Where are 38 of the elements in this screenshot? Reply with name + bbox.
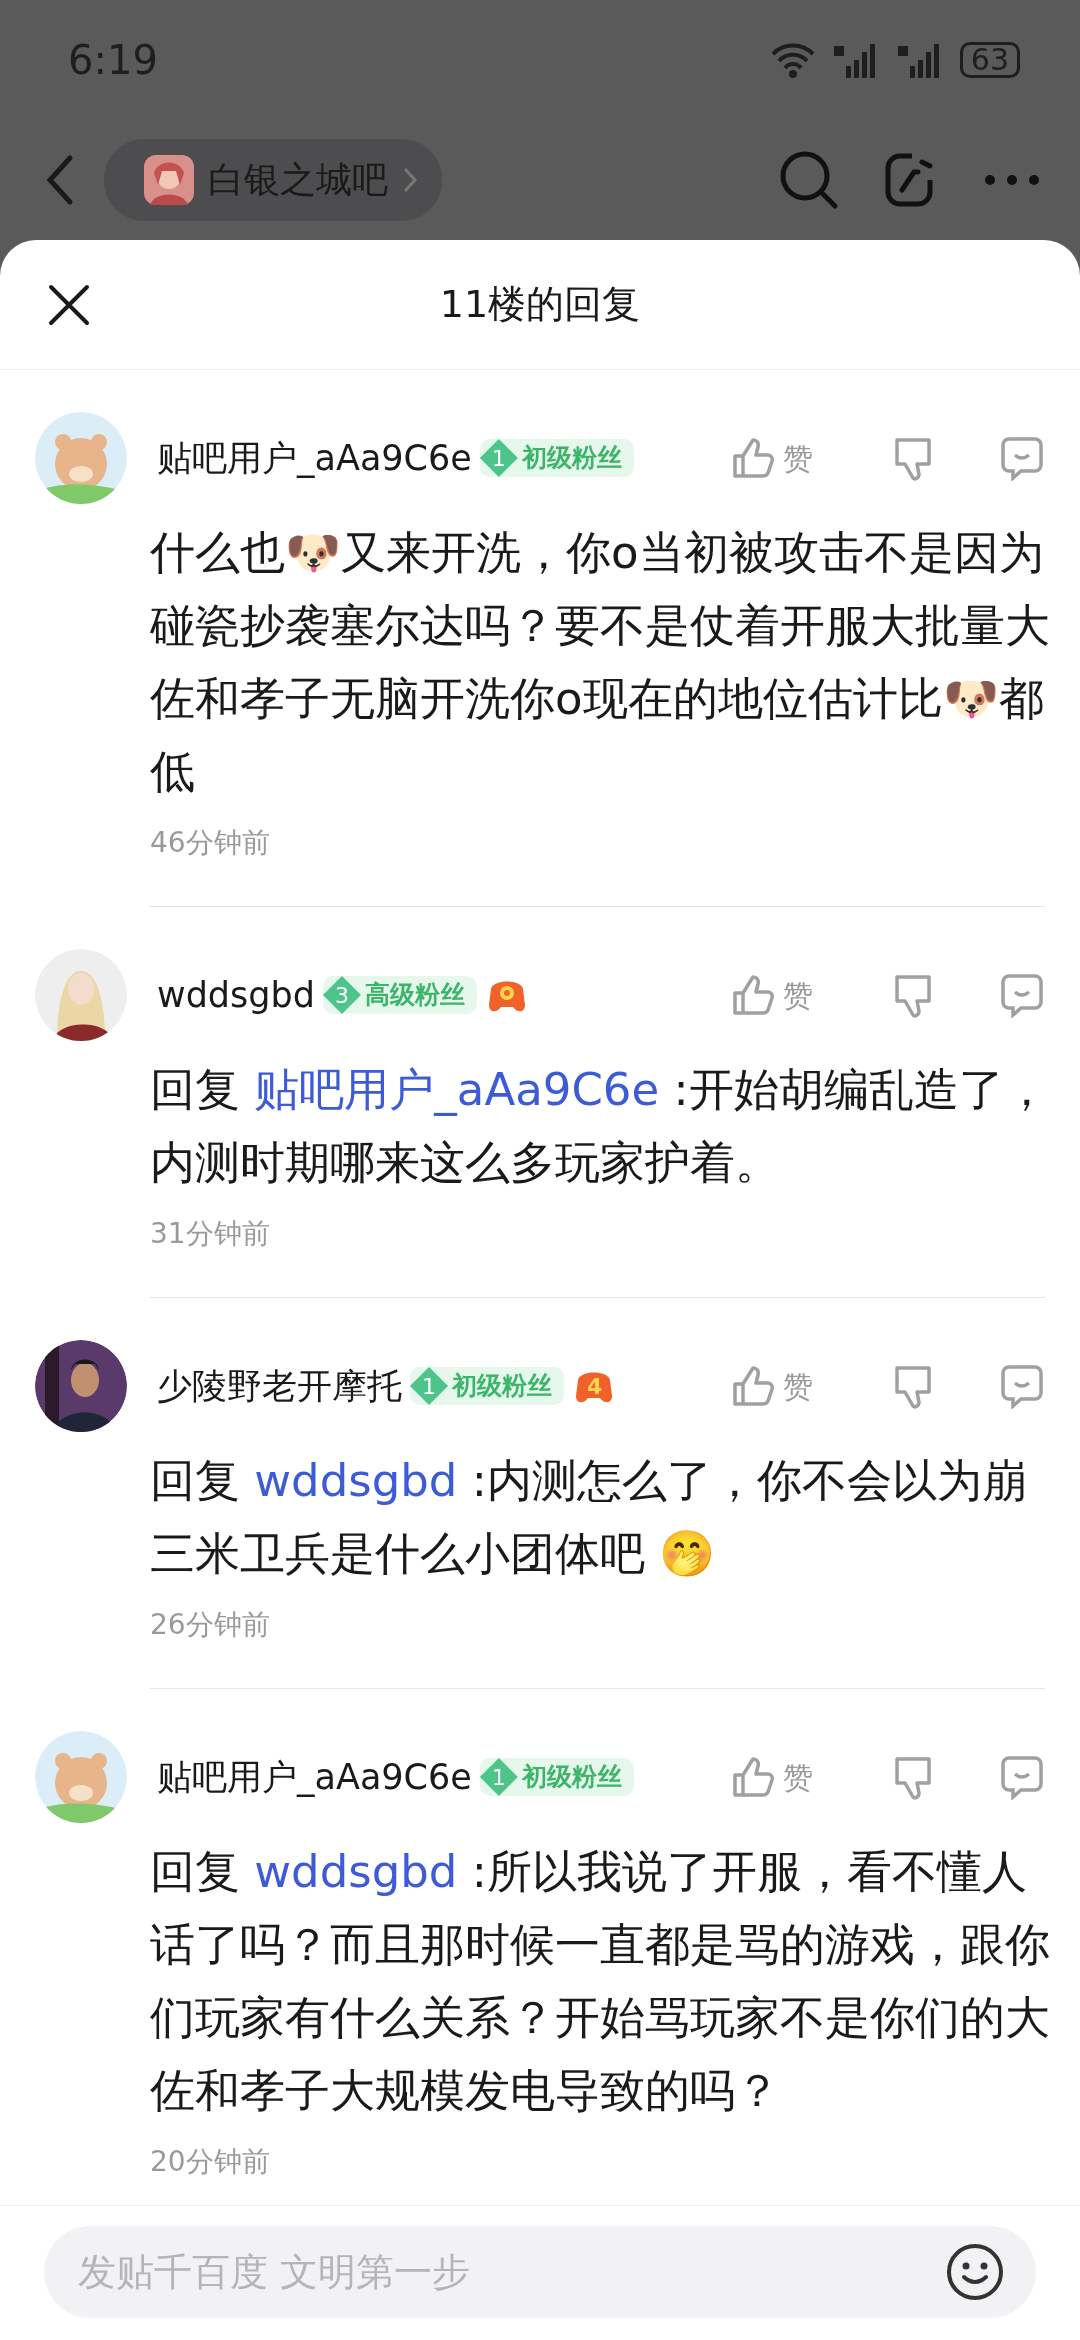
thumbs-up-icon: [731, 973, 775, 1017]
comment-text: 回复 wddsgbd :内测怎么了，你不会以为崩三米卫兵是什么小团体吧 🤭: [150, 1453, 1028, 1582]
comment-icon[interactable]: [999, 1363, 1045, 1409]
fan-level-badge: 3 高级粉丝: [322, 976, 477, 1014]
comment-text: 回复 贴吧用户_aAa9C6e :开始胡编乱造了，内测时期哪来这么多玩家护着。: [150, 1062, 1050, 1191]
reply-mention[interactable]: wddsgbd: [254, 1845, 458, 1898]
wifi-icon: [769, 42, 816, 78]
fan-level-badge: 1 初级粉丝: [479, 1758, 634, 1796]
comment-text: 什么也🐶又来开洗，你o当初被攻击不是因为碰瓷抄袭塞尔达吗？要不是仗着开服大批量大佐和孝子无脑开洗你o现在的地位估计比🐶都低: [150, 525, 1050, 800]
username[interactable]: 贴吧用户_aAa9C6e: [157, 1750, 472, 1804]
battery-level: 63: [959, 42, 1020, 78]
comment-text: 回复 wddsgbd :所以我说了开服，看不懂人话了吗？而且那时候一直都是骂的游戏，跟你们玩家有什么关系？开始骂玩家不是你们的大佐和孝子大规模发电导致的吗？: [150, 1844, 1050, 2119]
comment-time: 20分钟前: [150, 2144, 271, 2180]
more-icon[interactable]: [984, 174, 1040, 186]
close-icon[interactable]: [48, 284, 90, 326]
fan-level-badge: 1 初级粉丝: [479, 439, 634, 477]
comment-icon[interactable]: [999, 435, 1045, 481]
sheet-title: 11楼的回复: [439, 281, 641, 328]
thumbs-up-icon: [731, 1364, 775, 1408]
username[interactable]: 贴吧用户_aAa9C6e: [157, 431, 472, 485]
comment-time: 26分钟前: [150, 1607, 271, 1643]
comment-field[interactable]: 发贴千百度 文明第一步: [44, 2226, 1036, 2318]
emoji-icon[interactable]: [946, 2243, 1004, 2301]
game-level-number: 4: [587, 1373, 603, 1401]
thumbs-up-icon: [731, 436, 775, 480]
username[interactable]: wddsgbd: [157, 968, 315, 1022]
chevron-icon: [402, 166, 418, 194]
comment-icon[interactable]: [999, 1754, 1045, 1800]
comment-icon[interactable]: [999, 972, 1045, 1018]
username[interactable]: 少陵野老开摩托: [157, 1359, 402, 1413]
reply-mention[interactable]: wddsgbd: [254, 1454, 458, 1507]
status-time: 6:19: [68, 36, 158, 85]
comment-time: 31分钟前: [150, 1216, 271, 1252]
reply-mention[interactable]: 贴吧用户_aAa9C6e: [254, 1063, 660, 1116]
thumbs-up-icon: [731, 1755, 775, 1799]
comment-time: 46分钟前: [150, 825, 271, 861]
fan-level-badge: 1 初级粉丝: [410, 1367, 564, 1405]
search-icon[interactable]: [778, 149, 840, 211]
